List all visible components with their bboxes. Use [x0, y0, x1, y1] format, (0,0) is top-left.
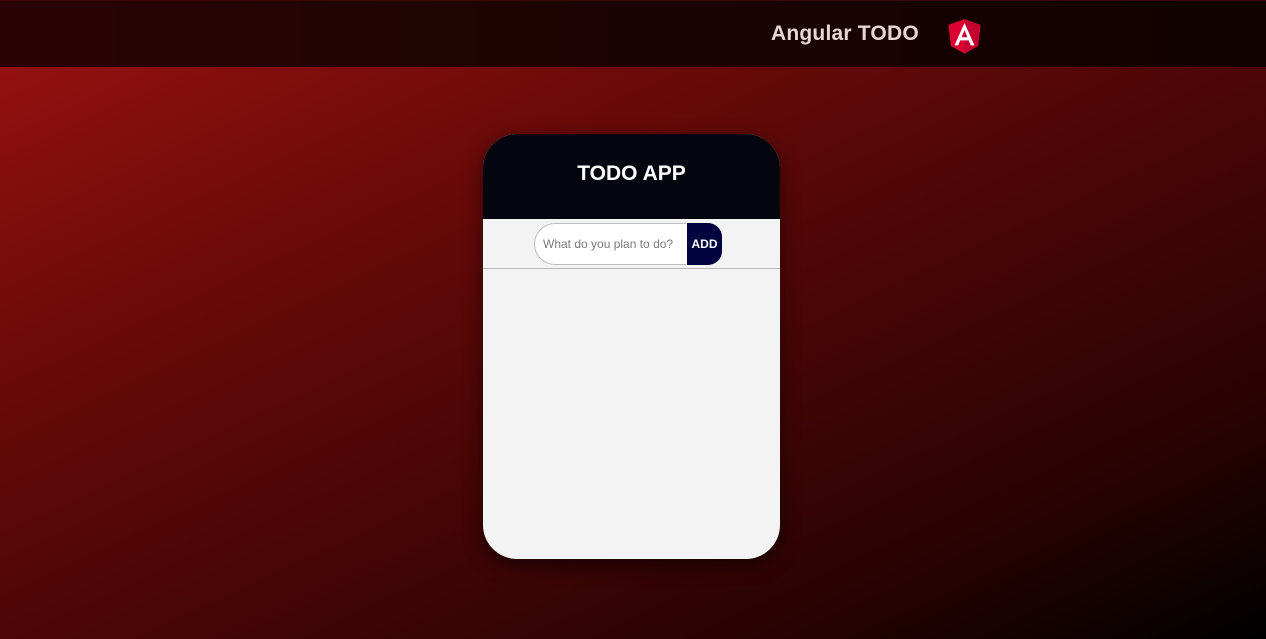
card-title: TODO APP: [577, 162, 686, 185]
todo-card: TODO APP ADD: [483, 134, 780, 559]
todo-input[interactable]: [534, 223, 694, 265]
app-brand-title: Angular TODO: [771, 22, 919, 45]
add-todo-form: ADD: [483, 219, 780, 269]
todo-list: [483, 270, 780, 559]
angular-logo-icon: [948, 19, 981, 54]
top-navbar: Angular TODO: [0, 0, 1266, 67]
card-header: TODO APP: [483, 134, 780, 219]
add-button[interactable]: ADD: [687, 223, 722, 265]
